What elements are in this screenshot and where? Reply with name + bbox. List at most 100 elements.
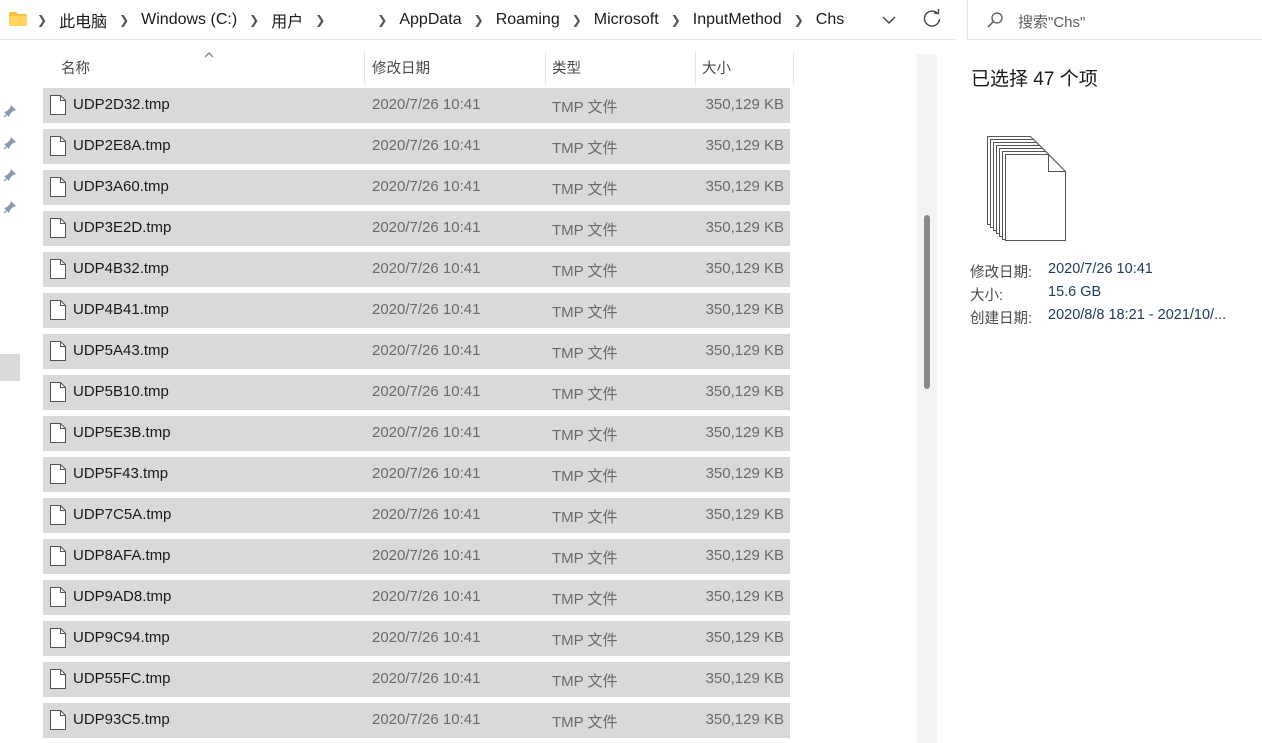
file-row[interactable]: UDP3A60.tmp 2020/7/26 10:41 TMP 文件 350,129 …	[43, 170, 790, 205]
file-row[interactable]: UDP93C5.tmp 2020/7/26 10:41 TMP 文件 350,129 …	[43, 703, 790, 738]
file-row[interactable]: UDP5F43.tmp 2020/7/26 10:41 TMP 文件 350,129 …	[43, 457, 790, 492]
file-name[interactable]: UDP93C5.tmp	[73, 711, 170, 728]
file-icon	[50, 423, 66, 443]
chevron-right-icon[interactable]: ❯	[467, 13, 491, 27]
column-header-name[interactable]: 名称	[53, 52, 365, 86]
file-row[interactable]: UDP4B41.tmp 2020/7/26 10:41 TMP 文件 350,129 …	[43, 293, 790, 328]
details-title: 已选择 47 个项	[971, 69, 1098, 90]
crumb-windows-c[interactable]: Windows (C:)	[136, 11, 242, 29]
file-row[interactable]: UDP55FC.tmp 2020/7/26 10:41 TMP 文件 350,129 …	[43, 662, 790, 697]
file-name[interactable]: UDP5F43.tmp	[73, 465, 168, 482]
file-modified-date: 2020/7/26 10:41	[372, 711, 481, 728]
file-row[interactable]: UDP3E2D.tmp 2020/7/26 10:41 TMP 文件 350,129 …	[43, 211, 790, 246]
file-row[interactable]: UDP4B32.tmp 2020/7/26 10:41 TMP 文件 350,129 …	[43, 252, 790, 287]
scrollbar-thumb[interactable]	[924, 215, 930, 389]
chevron-right-icon[interactable]: ❯	[787, 13, 811, 27]
chevron-right-icon[interactable]: ❯	[308, 13, 332, 27]
crumb-inputmethod[interactable]: InputMethod	[688, 11, 787, 29]
file-icon	[50, 669, 66, 689]
file-icon	[50, 505, 66, 525]
pin-icon[interactable]	[3, 104, 17, 118]
file-row[interactable]: UDP5A43.tmp 2020/7/26 10:41 TMP 文件 350,129 …	[43, 334, 790, 369]
chevron-right-icon[interactable]: ❯	[30, 13, 54, 27]
file-name[interactable]: UDP7C5A.tmp	[73, 506, 171, 523]
file-name[interactable]: UDP4B32.tmp	[73, 260, 169, 277]
file-name[interactable]: UDP9C94.tmp	[73, 629, 170, 646]
column-header-type[interactable]: 类型	[544, 52, 696, 86]
file-size: 350,129 KB	[705, 178, 784, 195]
file-row[interactable]: UDP5B10.tmp 2020/7/26 10:41 TMP 文件 350,129 …	[43, 375, 790, 410]
file-name[interactable]: UDP5B10.tmp	[73, 383, 169, 400]
crumb-chs[interactable]: Chs	[811, 11, 849, 29]
chevron-right-icon[interactable]: ❯	[664, 13, 688, 27]
file-row[interactable]: UDP2E8A.tmp 2020/7/26 10:41 TMP 文件 350,129 …	[43, 129, 790, 164]
file-name[interactable]: UDP55FC.tmp	[73, 670, 171, 687]
file-name[interactable]: UDP2E8A.tmp	[73, 137, 171, 154]
file-modified-date: 2020/7/26 10:41	[372, 342, 481, 359]
crumb-users[interactable]: 用户	[266, 8, 308, 32]
crumb-appdata[interactable]: AppData	[394, 11, 466, 29]
file-type: TMP 文件	[552, 140, 618, 157]
detail-size-label: 大小:	[970, 288, 1004, 304]
file-name[interactable]: UDP8AFA.tmp	[73, 547, 171, 564]
search-input[interactable]: 搜索"Chs"	[967, 0, 1262, 40]
nav-selected-item[interactable]	[0, 354, 20, 381]
file-name[interactable]: UDP4B41.tmp	[73, 301, 169, 318]
file-name[interactable]: UDP5A43.tmp	[73, 342, 169, 359]
file-icon	[50, 628, 66, 648]
crumb-roaming[interactable]: Roaming	[491, 11, 565, 29]
file-type: TMP 文件	[552, 99, 618, 116]
refresh-icon[interactable]	[921, 8, 943, 30]
file-modified-date: 2020/7/26 10:41	[372, 301, 481, 318]
chevron-right-icon[interactable]: ❯	[242, 13, 266, 27]
file-size: 350,129 KB	[705, 383, 784, 400]
file-type: TMP 文件	[552, 263, 618, 280]
file-type: TMP 文件	[552, 468, 618, 485]
crumb-microsoft[interactable]: Microsoft	[589, 11, 664, 29]
detail-size-value: 15.6 GB	[1048, 284, 1102, 300]
crumb-this-pc[interactable]: 此电脑	[54, 8, 112, 32]
pin-icon[interactable]	[3, 168, 17, 182]
file-row[interactable]: UDP8AFA.tmp 2020/7/26 10:41 TMP 文件 350,129 …	[43, 539, 790, 574]
file-row[interactable]: UDP2D32.tmp 2020/7/26 10:41 TMP 文件 350,129 …	[43, 88, 790, 123]
file-type: TMP 文件	[552, 386, 618, 403]
file-size: 350,129 KB	[705, 711, 784, 728]
detail-modified-label: 修改日期:	[970, 265, 1033, 281]
file-size: 350,129 KB	[705, 424, 784, 441]
file-name[interactable]: UDP3A60.tmp	[73, 178, 169, 195]
breadcrumb: ❯ 此电脑 ❯ Windows (C:) ❯ 用户 ❯ ❯ AppData ❯ …	[30, 0, 849, 40]
file-row[interactable]: UDP9C94.tmp 2020/7/26 10:41 TMP 文件 350,129 …	[43, 621, 790, 656]
chevron-down-icon[interactable]	[878, 10, 900, 30]
folder-icon	[9, 12, 27, 26]
file-size: 350,129 KB	[705, 588, 784, 605]
column-headers: 名称 修改日期 类型 大小	[43, 52, 795, 86]
file-row[interactable]: UDP7C5A.tmp 2020/7/26 10:41 TMP 文件 350,129 …	[43, 498, 790, 533]
search-icon	[987, 12, 1003, 28]
file-name[interactable]: UDP9AD8.tmp	[73, 588, 171, 605]
file-icon	[50, 341, 66, 361]
pin-icon[interactable]	[3, 136, 17, 150]
file-name[interactable]: UDP3E2D.tmp	[73, 219, 171, 236]
file-name[interactable]: UDP2D32.tmp	[73, 96, 170, 113]
chevron-right-icon[interactable]: ❯	[370, 13, 394, 27]
file-icon	[50, 259, 66, 279]
file-modified-date: 2020/7/26 10:41	[372, 178, 481, 195]
file-row[interactable]: UDP5E3B.tmp 2020/7/26 10:41 TMP 文件 350,129 …	[43, 416, 790, 451]
address-bar[interactable]: ❯ 此电脑 ❯ Windows (C:) ❯ 用户 ❯ ❯ AppData ❯ …	[0, 0, 955, 40]
scrollbar-track[interactable]	[917, 54, 937, 743]
column-header-date[interactable]: 修改日期	[364, 52, 546, 86]
file-type: TMP 文件	[552, 427, 618, 444]
chevron-right-icon[interactable]: ❯	[112, 13, 136, 27]
detail-modified-value: 2020/7/26 10:41	[1048, 261, 1153, 277]
file-name[interactable]: UDP5E3B.tmp	[73, 424, 171, 441]
file-icon	[50, 300, 66, 320]
file-type: TMP 文件	[552, 345, 618, 362]
multiple-files-icon	[987, 136, 1066, 241]
file-type: TMP 文件	[552, 714, 618, 731]
file-size: 350,129 KB	[705, 629, 784, 646]
pin-icon[interactable]	[3, 200, 17, 214]
file-row[interactable]: UDP9AD8.tmp 2020/7/26 10:41 TMP 文件 350,129 …	[43, 580, 790, 615]
file-type: TMP 文件	[552, 181, 618, 198]
column-header-size[interactable]: 大小	[694, 52, 794, 86]
chevron-right-icon[interactable]: ❯	[565, 13, 589, 27]
